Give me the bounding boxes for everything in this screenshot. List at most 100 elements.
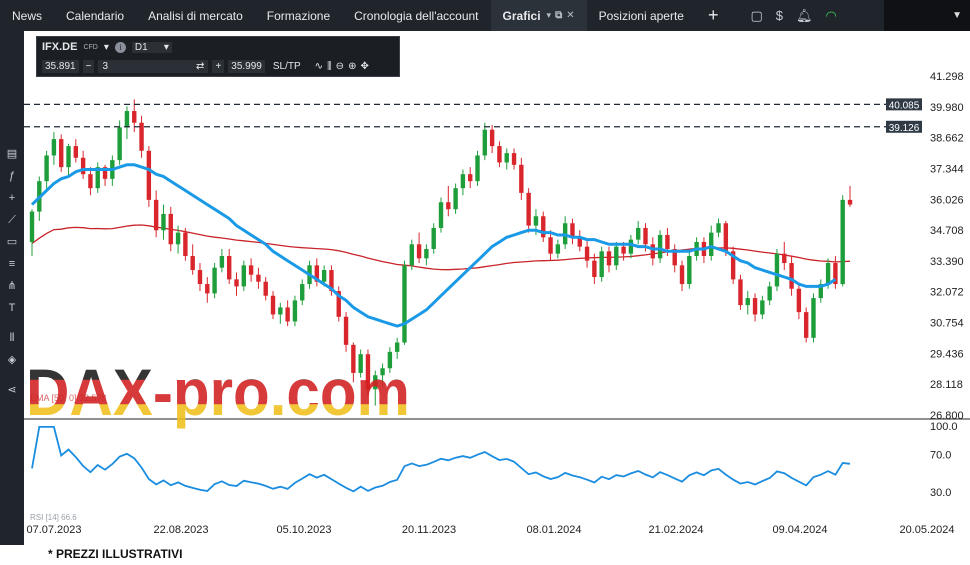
tab-grafici[interactable]: Grafici ▾ ⧉ ✕ bbox=[490, 0, 587, 31]
add-tab-button[interactable]: + bbox=[696, 0, 731, 31]
tab-label: Posizioni aperte bbox=[598, 8, 684, 23]
candle-body bbox=[555, 244, 561, 254]
candle-body bbox=[59, 139, 64, 168]
ema-legend: EMA [50, 0] 32.578 bbox=[30, 393, 107, 403]
tab-cronologia-account[interactable]: Cronologia dell'account bbox=[342, 0, 490, 31]
tab-label: Calendario bbox=[66, 8, 125, 23]
candle-body bbox=[599, 251, 604, 278]
instrument-type: CFD bbox=[83, 43, 98, 51]
candle-body bbox=[73, 146, 79, 158]
currency-icon[interactable]: $ bbox=[776, 8, 783, 23]
candle-body bbox=[584, 246, 590, 261]
layers-icon[interactable]: ◈ bbox=[8, 349, 16, 371]
share-icon[interactable]: ⋖ bbox=[7, 379, 16, 401]
candle-body bbox=[519, 164, 524, 193]
candle-body bbox=[650, 244, 656, 259]
candle-body bbox=[241, 265, 247, 287]
candle-body bbox=[789, 263, 794, 289]
price-tick-label: 36.026 bbox=[930, 194, 964, 206]
ask-price[interactable]: 35.999 bbox=[228, 59, 265, 73]
chart-type-icon[interactable]: ▤ bbox=[7, 143, 17, 165]
tab-analisi-di-mercato[interactable]: Analisi di mercato bbox=[136, 0, 255, 31]
price-level-label: 39.126 bbox=[889, 123, 920, 134]
date-tick-label: 08.01.2024 bbox=[526, 524, 581, 536]
tab-news[interactable]: News bbox=[0, 0, 54, 31]
tab-calendario[interactable]: Calendario bbox=[54, 0, 136, 31]
candle-body bbox=[723, 223, 729, 252]
candle-body bbox=[511, 153, 517, 165]
candle-body bbox=[205, 284, 210, 294]
info-icon[interactable]: i bbox=[114, 41, 126, 53]
candle-body bbox=[840, 199, 845, 285]
candle-body bbox=[402, 265, 407, 343]
pitchfork-icon[interactable]: ⋔ bbox=[7, 275, 16, 297]
candle-body bbox=[657, 234, 663, 259]
candle-body bbox=[665, 234, 670, 249]
move-icon[interactable]: ✥ bbox=[360, 61, 368, 72]
timeframe-select[interactable]: D1 ▾ bbox=[131, 41, 172, 53]
candle-body bbox=[592, 260, 597, 278]
candle-body bbox=[796, 288, 802, 313]
candle-body bbox=[424, 248, 429, 259]
candle-body bbox=[300, 284, 305, 301]
candle-body bbox=[256, 274, 261, 282]
sltp-button[interactable]: SL/TP bbox=[273, 61, 301, 72]
candle-body bbox=[621, 246, 626, 254]
dropdown-caret-icon[interactable]: ▾ bbox=[104, 42, 109, 53]
candle-body bbox=[190, 255, 195, 271]
price-tick-label: 30.754 bbox=[930, 318, 964, 330]
candle-body bbox=[212, 267, 217, 294]
close-icon[interactable]: ✕ bbox=[566, 10, 574, 21]
candle-body bbox=[321, 270, 327, 282]
symbol-label[interactable]: IFX.DE bbox=[42, 41, 77, 53]
chart-canvas[interactable]: 40.085 39.126 41.298 39.980 38.662 37.344 36.… bbox=[24, 31, 970, 545]
crosshair-icon[interactable]: + bbox=[9, 187, 15, 209]
measure-icon[interactable]: ⦀ bbox=[10, 327, 15, 349]
tab-label: Grafici bbox=[502, 8, 541, 23]
candle-body bbox=[526, 192, 531, 226]
candles-icon[interactable]: ⫼ bbox=[327, 61, 332, 72]
candle-body bbox=[482, 129, 488, 156]
tab-formazione[interactable]: Formazione bbox=[255, 0, 342, 31]
price-tick-label: 37.344 bbox=[930, 163, 964, 175]
zoom-in-icon[interactable]: ⊕ bbox=[348, 61, 356, 72]
bell-icon[interactable]: 🔔︎ bbox=[796, 8, 813, 24]
candle-body bbox=[752, 298, 758, 315]
candle-body bbox=[738, 279, 743, 306]
tab-label: Analisi di mercato bbox=[148, 8, 243, 23]
fibonacci-icon[interactable]: ≡ bbox=[9, 253, 15, 275]
tab-label: News bbox=[12, 8, 43, 23]
text-tool-icon[interactable]: T bbox=[9, 297, 16, 319]
line-chart-icon[interactable]: ∿ bbox=[315, 61, 323, 72]
watermark-logo: DAX-pro.com bbox=[26, 355, 410, 429]
candle-body bbox=[803, 312, 809, 338]
dropdown-caret-icon[interactable]: ▾ bbox=[547, 10, 552, 21]
zoom-out-icon[interactable]: ⊖ bbox=[336, 61, 344, 72]
layout-icon[interactable]: ▢ bbox=[751, 8, 763, 24]
candle-body bbox=[570, 223, 575, 238]
rsi-tick-label: 70.0 bbox=[930, 449, 951, 461]
candle-body bbox=[161, 213, 166, 231]
rsi-tick-label: 30.0 bbox=[930, 487, 951, 499]
popout-icon[interactable]: ⧉ bbox=[555, 10, 562, 21]
minus-button[interactable]: − bbox=[82, 59, 95, 73]
line-tool-icon[interactable]: ⟋ bbox=[8, 209, 16, 231]
candle-body bbox=[132, 111, 137, 123]
candle-body bbox=[687, 255, 692, 285]
price-chart[interactable]: 40.085 39.126 41.298 39.980 38.662 37.344 36.… bbox=[24, 31, 970, 545]
quantity-input[interactable]: 3 ⇄ bbox=[98, 59, 209, 73]
plus-button[interactable]: + bbox=[212, 59, 225, 73]
candle-body bbox=[285, 307, 290, 322]
tab-posizioni-aperte[interactable]: Posizioni aperte bbox=[587, 0, 696, 31]
candle-body bbox=[679, 265, 685, 285]
candle-body bbox=[635, 227, 641, 240]
indicators-icon[interactable]: ƒ bbox=[9, 165, 15, 187]
date-tick-label: 20.05.2024 bbox=[899, 524, 954, 536]
rectangle-tool-icon[interactable]: ▭ bbox=[7, 231, 17, 253]
candle-body bbox=[175, 232, 181, 245]
account-dropdown[interactable]: ▼ bbox=[884, 0, 970, 31]
candle-body bbox=[139, 122, 144, 151]
date-tick-label: 20.11.2023 bbox=[402, 524, 456, 536]
top-navigation-bar: News Calendario Analisi di mercato Forma… bbox=[0, 0, 970, 31]
bid-price[interactable]: 35.891 bbox=[42, 59, 79, 73]
